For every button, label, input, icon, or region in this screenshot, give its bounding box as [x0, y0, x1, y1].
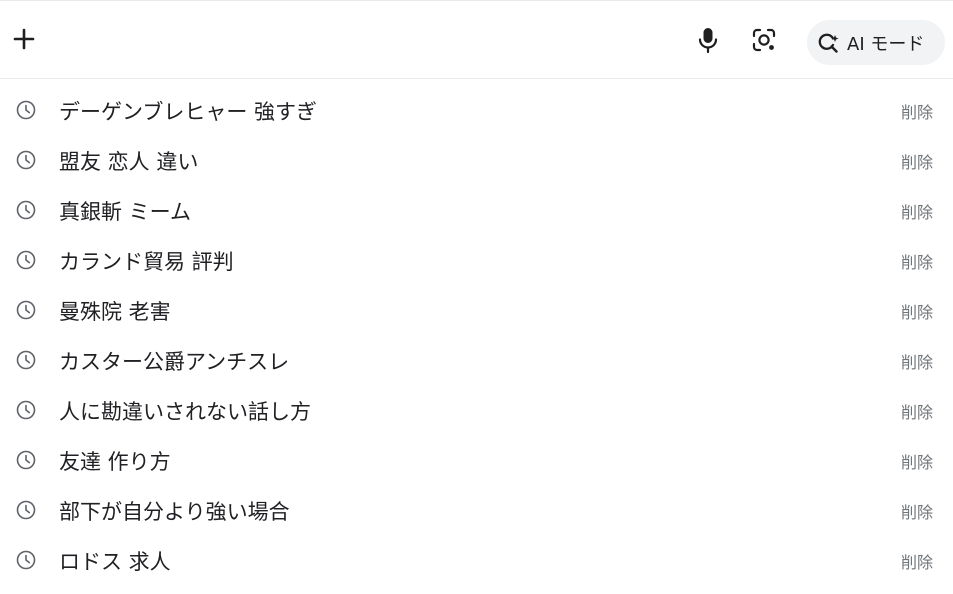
history-item[interactable]: 盟友 恋人 違い 削除	[0, 135, 953, 185]
history-clock-icon	[16, 100, 36, 120]
history-item[interactable]: 部下が自分より強い場合 削除	[0, 485, 953, 535]
add-button[interactable]	[8, 23, 40, 55]
history-clock-icon	[16, 250, 36, 270]
search-bar: AI モード	[0, 7, 953, 79]
history-item-text: 真銀斬 ミーム	[59, 200, 192, 224]
delete-button[interactable]: 削除	[901, 449, 933, 473]
search-input[interactable]	[56, 25, 660, 57]
history-item-text: 友達 作り方	[59, 450, 171, 474]
search-sparkle-icon	[818, 33, 839, 53]
history-item-text: デーゲンブレヒャー 強すぎ	[59, 100, 318, 124]
history-clock-icon	[16, 350, 36, 370]
history-item[interactable]: 曼殊院 老害 削除	[0, 285, 953, 335]
history-item-text: 曼殊院 老害	[59, 300, 171, 324]
history-item[interactable]: カスター公爵アンチスレ 削除	[0, 335, 953, 385]
voice-search-button[interactable]	[693, 25, 723, 55]
history-clock-icon	[16, 200, 36, 220]
search-suggestions-panel: AI モード デーゲンブレヒャー 強すぎ 削除 盟友 恋人 違い 削除 真銀斬 …	[0, 0, 953, 594]
history-item[interactable]: 真銀斬 ミーム 削除	[0, 185, 953, 235]
history-item[interactable]: 友達 作り方 削除	[0, 435, 953, 485]
history-item-text: カランド貿易 評判	[59, 250, 234, 274]
search-history-list: デーゲンブレヒャー 強すぎ 削除 盟友 恋人 違い 削除 真銀斬 ミーム 削除	[0, 85, 953, 585]
history-item-text: ロドス 求人	[59, 550, 171, 574]
history-clock-icon	[16, 300, 36, 320]
delete-button[interactable]: 削除	[901, 399, 933, 423]
delete-button[interactable]: 削除	[901, 299, 933, 323]
ai-mode-button[interactable]: AI モード	[807, 20, 945, 65]
history-clock-icon	[16, 550, 36, 570]
delete-button[interactable]: 削除	[901, 349, 933, 373]
history-clock-icon	[16, 150, 36, 170]
microphone-icon	[698, 28, 718, 54]
history-item[interactable]: ロドス 求人 削除	[0, 535, 953, 585]
history-item-text: 人に勘違いされない話し方	[59, 400, 311, 424]
plus-icon	[13, 28, 35, 50]
delete-button[interactable]: 削除	[901, 99, 933, 123]
history-clock-icon	[16, 450, 36, 470]
history-item[interactable]: カランド貿易 評判 削除	[0, 235, 953, 285]
ai-mode-label: AI モード	[847, 33, 925, 55]
delete-button[interactable]: 削除	[901, 149, 933, 173]
image-search-button[interactable]	[749, 25, 779, 55]
history-clock-icon	[16, 500, 36, 520]
delete-button[interactable]: 削除	[901, 249, 933, 273]
history-item-text: カスター公爵アンチスレ	[59, 350, 290, 374]
delete-button[interactable]: 削除	[901, 549, 933, 573]
history-item-text: 盟友 恋人 違い	[59, 150, 199, 174]
history-clock-icon	[16, 400, 36, 420]
delete-button[interactable]: 削除	[901, 199, 933, 223]
history-item[interactable]: 人に勘違いされない話し方 削除	[0, 385, 953, 435]
history-item[interactable]: デーゲンブレヒャー 強すぎ 削除	[0, 85, 953, 135]
delete-button[interactable]: 削除	[901, 499, 933, 523]
camera-lens-icon	[752, 28, 776, 52]
history-item-text: 部下が自分より強い場合	[59, 500, 290, 524]
